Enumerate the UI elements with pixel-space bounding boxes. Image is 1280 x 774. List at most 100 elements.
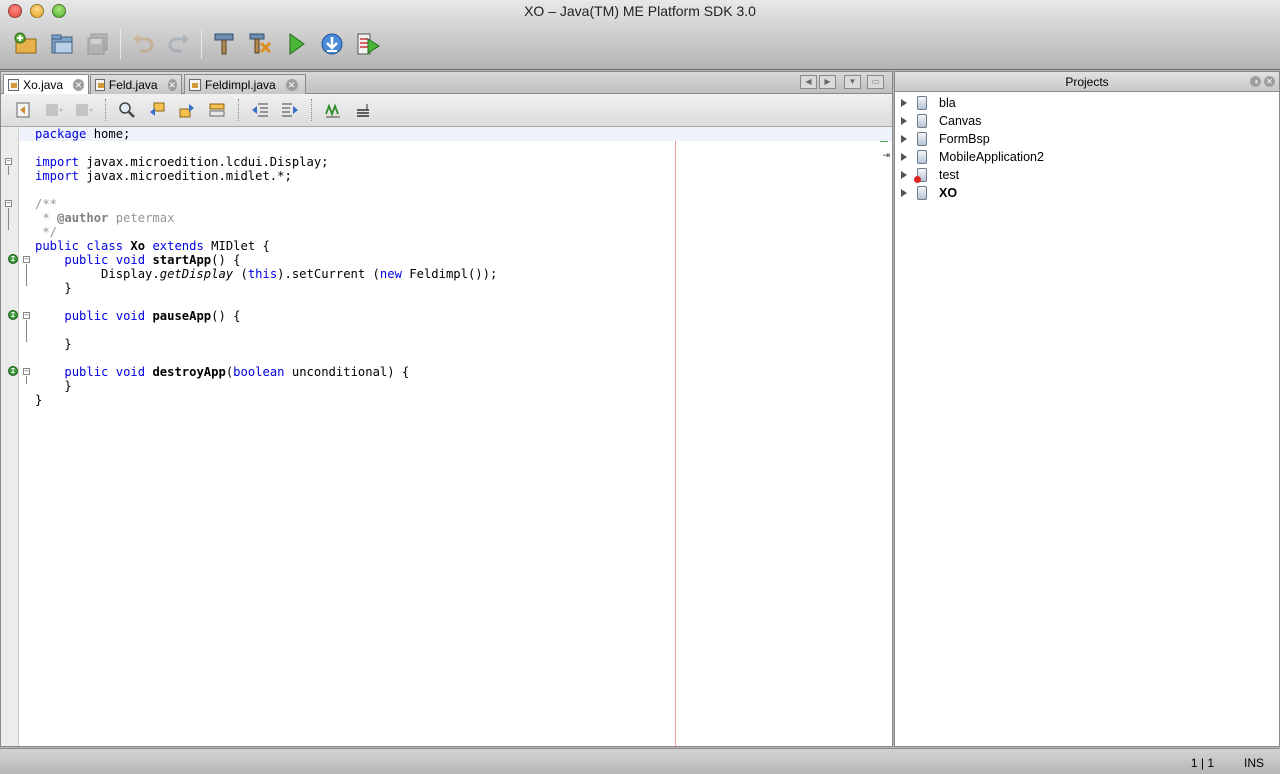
scroll-tabs-left-icon[interactable]: ◀ [800,75,817,89]
find-next-button[interactable] [172,97,202,123]
code-text: unconditional) { [284,365,410,379]
expand-triangle-icon[interactable] [901,135,907,143]
insert-mode: INS [1243,756,1264,770]
expand-triangle-icon[interactable] [901,171,907,179]
code-line: */ [35,225,58,239]
tab-label: Feld.java [108,77,158,92]
forward-icon [76,104,93,116]
code-line: /** [35,197,58,211]
build-button[interactable] [206,26,242,62]
open-project-button[interactable] [44,26,80,62]
close-tab-icon[interactable]: ✕ [167,78,177,91]
maximize-window-icon[interactable]: ▭ [867,75,884,89]
method-name: destroyApp [152,365,226,379]
project-item-xo[interactable]: XO [895,184,957,202]
method-name: startApp [152,253,212,267]
project-label: bla [939,96,956,110]
code-text: MIDlet { [203,239,270,253]
last-edit-button[interactable] [9,97,39,123]
code-line: } [35,393,43,407]
tab-feld-java[interactable]: Feld.java ✕ [90,74,182,94]
keyword: public [64,309,109,323]
keyword: import [35,155,80,169]
tab-feldimpl-java[interactable]: Feldimpl.java ✕ [184,74,306,94]
scroll-tabs-right-icon[interactable]: ▶ [819,75,836,89]
start-macro-button[interactable] [318,97,348,123]
clean-build-button[interactable] [242,26,278,62]
java-file-icon [95,78,105,91]
code-text: petermax [108,211,175,225]
deploy-button[interactable] [314,26,350,62]
expand-triangle-icon[interactable] [901,99,907,107]
project-item-test[interactable]: test [895,166,959,184]
fold-toggle-icon[interactable]: − [23,368,30,375]
run-configuration-button[interactable] [350,26,386,62]
implements-method-icon[interactable]: I [8,366,18,376]
toggle-highlight-search-button[interactable] [202,97,232,123]
method-name: pauseApp [152,309,212,323]
find-selection-button[interactable] [112,97,142,123]
keyword: void [115,309,146,323]
keyword: public [35,239,80,253]
code-area[interactable]: package home; − import javax.microeditio… [5,127,892,746]
redo-button[interactable] [161,26,197,62]
shift-left-icon [252,103,268,117]
project-item-mobileapplication2[interactable]: MobileApplication2 [895,148,1044,166]
fold-toggle-icon[interactable]: − [5,200,12,207]
code-text: Feldimpl()); [401,267,498,281]
expand-triangle-icon[interactable] [901,153,907,161]
stop-macro-button[interactable] [348,97,378,123]
minimize-pane-icon[interactable]: ◑ [1250,76,1261,87]
new-project-button[interactable] [8,26,44,62]
undo-button[interactable] [125,26,161,62]
code-line: import javax.microedition.lcdui.Display; [35,155,329,169]
run-button[interactable] [278,26,314,62]
close-tab-icon[interactable]: ✕ [73,79,84,91]
implements-method-icon[interactable]: I [8,310,18,320]
keyword: import [35,169,80,183]
mobile-project-icon [917,150,927,164]
tab-xo-java[interactable]: Xo.java ✕ [3,74,89,95]
cursor-position: 1 | 1 [1190,756,1214,770]
project-item-formbsp[interactable]: FormBsp [895,130,990,148]
keyword: public [64,253,109,267]
fold-toggle-icon[interactable]: − [5,158,12,165]
code-line: } [35,337,72,351]
run-icon [289,33,305,55]
keyword: boolean [233,365,285,379]
close-tab-icon[interactable]: ✕ [285,78,298,91]
tab-list-dropdown-icon[interactable]: ▼ [844,75,861,89]
project-label: test [939,168,960,182]
profile-run-icon [357,33,380,55]
expand-triangle-icon[interactable] [901,189,907,197]
code-line: public void destroyApp(boolean unconditi… [35,365,409,379]
editor-pane: Xo.java ✕ Feld.java ✕ Feldimpl.java ✕ ◀ … [0,71,893,747]
toolbar-separator [238,99,239,121]
undo-icon [133,34,154,53]
find-previous-button[interactable] [142,97,172,123]
window-title: XO – Java(TM) ME Platform SDK 3.0 [524,3,756,19]
shift-right-button[interactable] [275,97,305,123]
fold-line [8,166,9,175]
open-folder-icon [51,34,73,54]
forward-button[interactable] [69,97,99,123]
project-item-bla[interactable]: bla [895,94,956,112]
project-label: XO [939,186,958,200]
save-all-icon [87,33,108,55]
implements-method-icon[interactable]: I [8,254,18,264]
save-all-button[interactable] [80,26,116,62]
code-text: () { [211,253,241,267]
fold-toggle-icon[interactable]: − [23,256,30,263]
mobile-project-icon [917,186,927,200]
shift-left-button[interactable] [245,97,275,123]
expand-triangle-icon[interactable] [901,117,907,125]
project-item-canvas[interactable]: Canvas [895,112,981,130]
close-pane-icon[interactable]: ✕ [1264,76,1275,87]
back-button[interactable] [39,97,69,123]
keyword: public [64,365,109,379]
code-text: javax.microedition.midlet.*; [79,169,292,183]
fold-toggle-icon[interactable]: − [23,312,30,319]
